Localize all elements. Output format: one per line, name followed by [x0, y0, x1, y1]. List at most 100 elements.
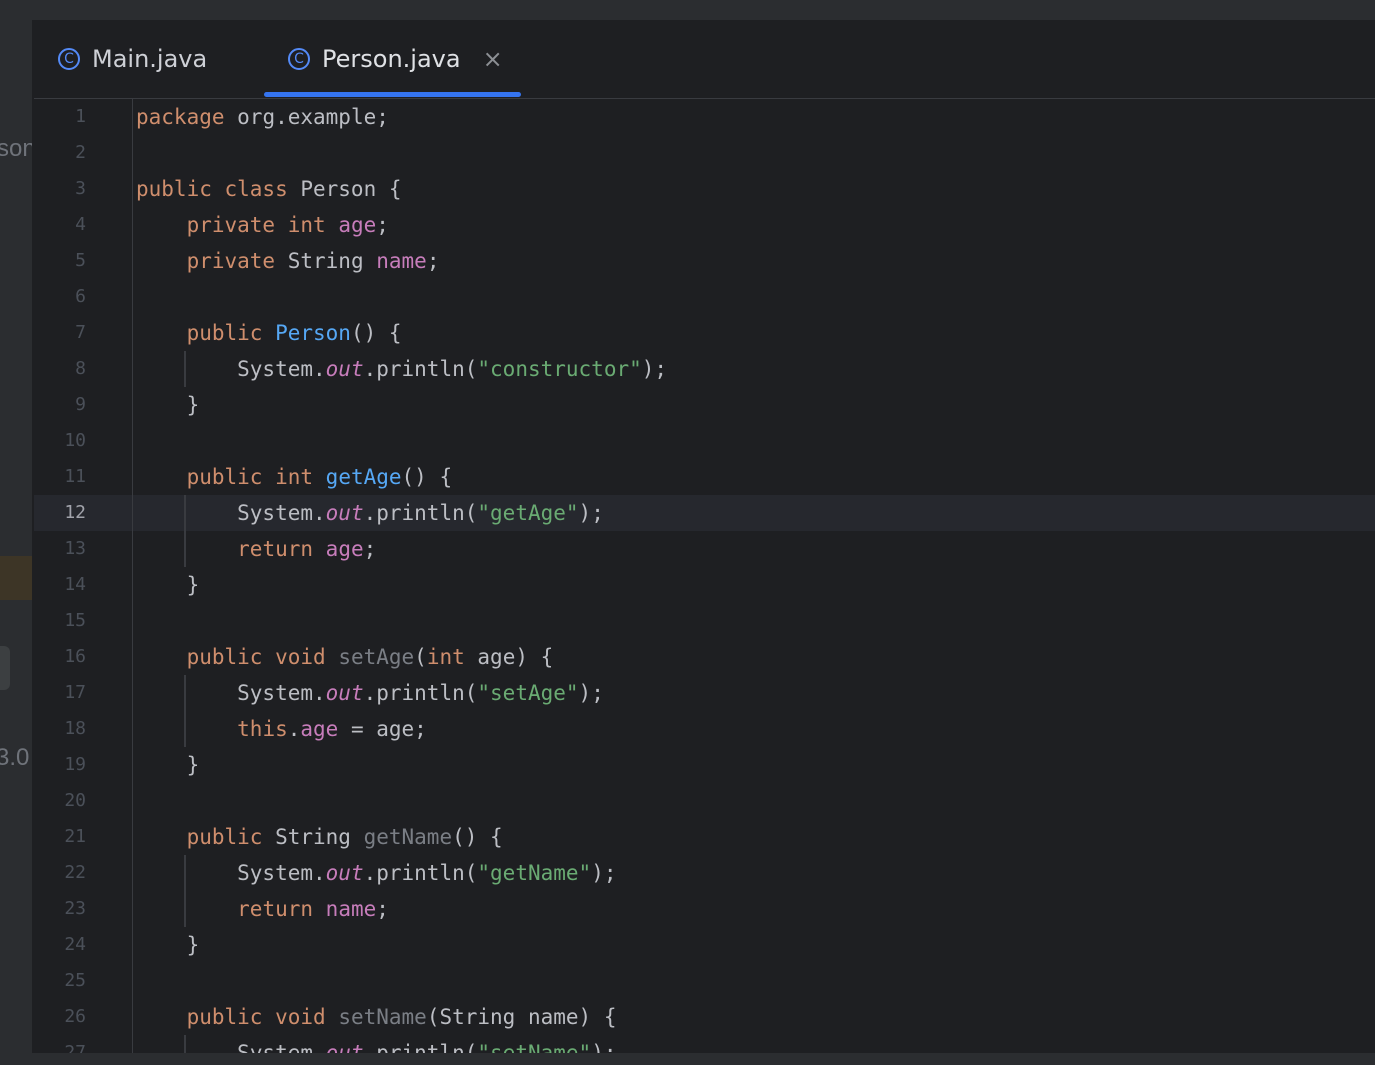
tab-label: Person.java: [322, 45, 461, 73]
code-token: () {: [452, 825, 503, 849]
code-line[interactable]: 1 package org.example;: [34, 99, 1375, 135]
line-number[interactable]: 26: [34, 999, 86, 1035]
code-token: "getAge": [477, 501, 579, 525]
code-token: name: [325, 897, 377, 921]
project-tree-fragment[interactable]: son: [0, 135, 33, 163]
code-line[interactable]: 20: [34, 783, 1375, 819]
code-line[interactable]: 5 private String name;: [34, 243, 1375, 279]
code-line[interactable]: 2: [34, 135, 1375, 171]
line-number[interactable]: 1: [34, 99, 86, 135]
code-line[interactable]: 21 public String getName() {: [34, 819, 1375, 855]
code-text: private String name;: [136, 243, 440, 279]
code-line[interactable]: 3 public class Person {: [34, 171, 1375, 207]
code-token: out: [325, 681, 364, 705]
code-text: public void setName(String name) {: [136, 999, 617, 1035]
code-token: System.: [136, 501, 326, 525]
code-line[interactable]: 15: [34, 603, 1375, 639]
code-token: String: [262, 825, 364, 849]
tab-person-java[interactable]: C Person.java ×: [288, 20, 503, 98]
line-number[interactable]: 23: [34, 891, 86, 927]
line-number[interactable]: 22: [34, 855, 86, 891]
line-number[interactable]: 6: [34, 279, 86, 315]
line-number[interactable]: 3: [34, 171, 86, 207]
code-token: System.: [136, 861, 326, 885]
code-token: );: [641, 357, 668, 381]
line-number[interactable]: 27: [34, 1035, 86, 1053]
panel-button[interactable]: [0, 646, 10, 690]
code-line[interactable]: 16 public void setAge(int age) {: [34, 639, 1375, 675]
line-number[interactable]: 15: [34, 603, 86, 639]
line-number[interactable]: 11: [34, 459, 86, 495]
line-number[interactable]: 16: [34, 639, 86, 675]
line-number[interactable]: 19: [34, 747, 86, 783]
selected-tree-item[interactable]: [0, 556, 32, 600]
code-line[interactable]: 19 }: [34, 747, 1375, 783]
line-number[interactable]: 5: [34, 243, 86, 279]
line-number[interactable]: 2: [34, 135, 86, 171]
line-number[interactable]: 14: [34, 567, 86, 603]
code-line[interactable]: 24 }: [34, 927, 1375, 963]
code-line[interactable]: 26 public void setName(String name) {: [34, 999, 1375, 1035]
line-number[interactable]: 13: [34, 531, 86, 567]
tab-main-java[interactable]: C Main.java: [58, 20, 207, 98]
code-text: private int age;: [136, 207, 389, 243]
code-text: return name;: [136, 891, 389, 927]
code-token: public int: [186, 465, 314, 489]
line-number[interactable]: 21: [34, 819, 86, 855]
code-token: (String name) {: [426, 1005, 617, 1029]
code-text: public void setAge(int age) {: [136, 639, 554, 675]
code-token: private: [186, 249, 276, 273]
code-text: public Person() {: [136, 315, 402, 351]
code-line[interactable]: 22 System.out.println("getName");: [34, 855, 1375, 891]
code-line[interactable]: 13 return age;: [34, 531, 1375, 567]
code-token: String: [275, 249, 377, 273]
code-token: getAge: [325, 465, 402, 489]
code-line[interactable]: 9 }: [34, 387, 1375, 423]
code-area[interactable]: 27 System.out.println("setName"); 26 publ…: [34, 99, 1375, 1053]
line-number[interactable]: 24: [34, 927, 86, 963]
code-line[interactable]: 23 return name;: [34, 891, 1375, 927]
code-token: age: [338, 213, 377, 237]
code-line[interactable]: 10: [34, 423, 1375, 459]
code-token: private int: [186, 213, 326, 237]
code-token: }: [136, 753, 200, 777]
code-line[interactable]: 12 System.out.println("getAge");: [34, 495, 1375, 531]
code-line[interactable]: 6: [34, 279, 1375, 315]
line-number[interactable]: 10: [34, 423, 86, 459]
version-fragment: 3.0: [0, 744, 30, 771]
code-line[interactable]: 8 System.out.println("constructor");: [34, 351, 1375, 387]
line-number[interactable]: 8: [34, 351, 86, 387]
code-line[interactable]: 27 System.out.println("setName");: [34, 1035, 1375, 1053]
code-line[interactable]: 14 }: [34, 567, 1375, 603]
code-line[interactable]: 18 this.age = age;: [34, 711, 1375, 747]
line-number[interactable]: 4: [34, 207, 86, 243]
code-text: System.out.println("setAge");: [136, 675, 604, 711]
code-token: name: [376, 249, 427, 273]
code-token: "setAge": [477, 681, 579, 705]
code-token: ;: [363, 537, 377, 561]
code-line[interactable]: 11 public int getAge() {: [34, 459, 1375, 495]
code-line[interactable]: 17 System.out.println("setAge");: [34, 675, 1375, 711]
code-token: .println(: [363, 681, 478, 705]
code-line[interactable]: 7 public Person() {: [34, 315, 1375, 351]
close-icon[interactable]: ×: [483, 47, 503, 71]
code-token: out: [325, 861, 364, 885]
indent-guide: [184, 855, 186, 927]
line-number[interactable]: 9: [34, 387, 86, 423]
line-number[interactable]: 18: [34, 711, 86, 747]
line-number[interactable]: 25: [34, 963, 86, 999]
code-text: }: [136, 747, 200, 783]
line-number[interactable]: 7: [34, 315, 86, 351]
code-token: age) {: [464, 645, 554, 669]
horizontal-scrollbar[interactable]: [0, 1053, 1375, 1065]
code-line[interactable]: 4 private int age;: [34, 207, 1375, 243]
code-token: "setName": [477, 1041, 592, 1053]
indent-guide: [184, 1035, 186, 1053]
code-line[interactable]: 25: [34, 963, 1375, 999]
code-text: System.out.println("getAge");: [136, 495, 604, 531]
line-number[interactable]: 20: [34, 783, 86, 819]
line-number[interactable]: 17: [34, 675, 86, 711]
code-text: }: [136, 387, 200, 423]
line-number[interactable]: 12: [34, 495, 86, 531]
